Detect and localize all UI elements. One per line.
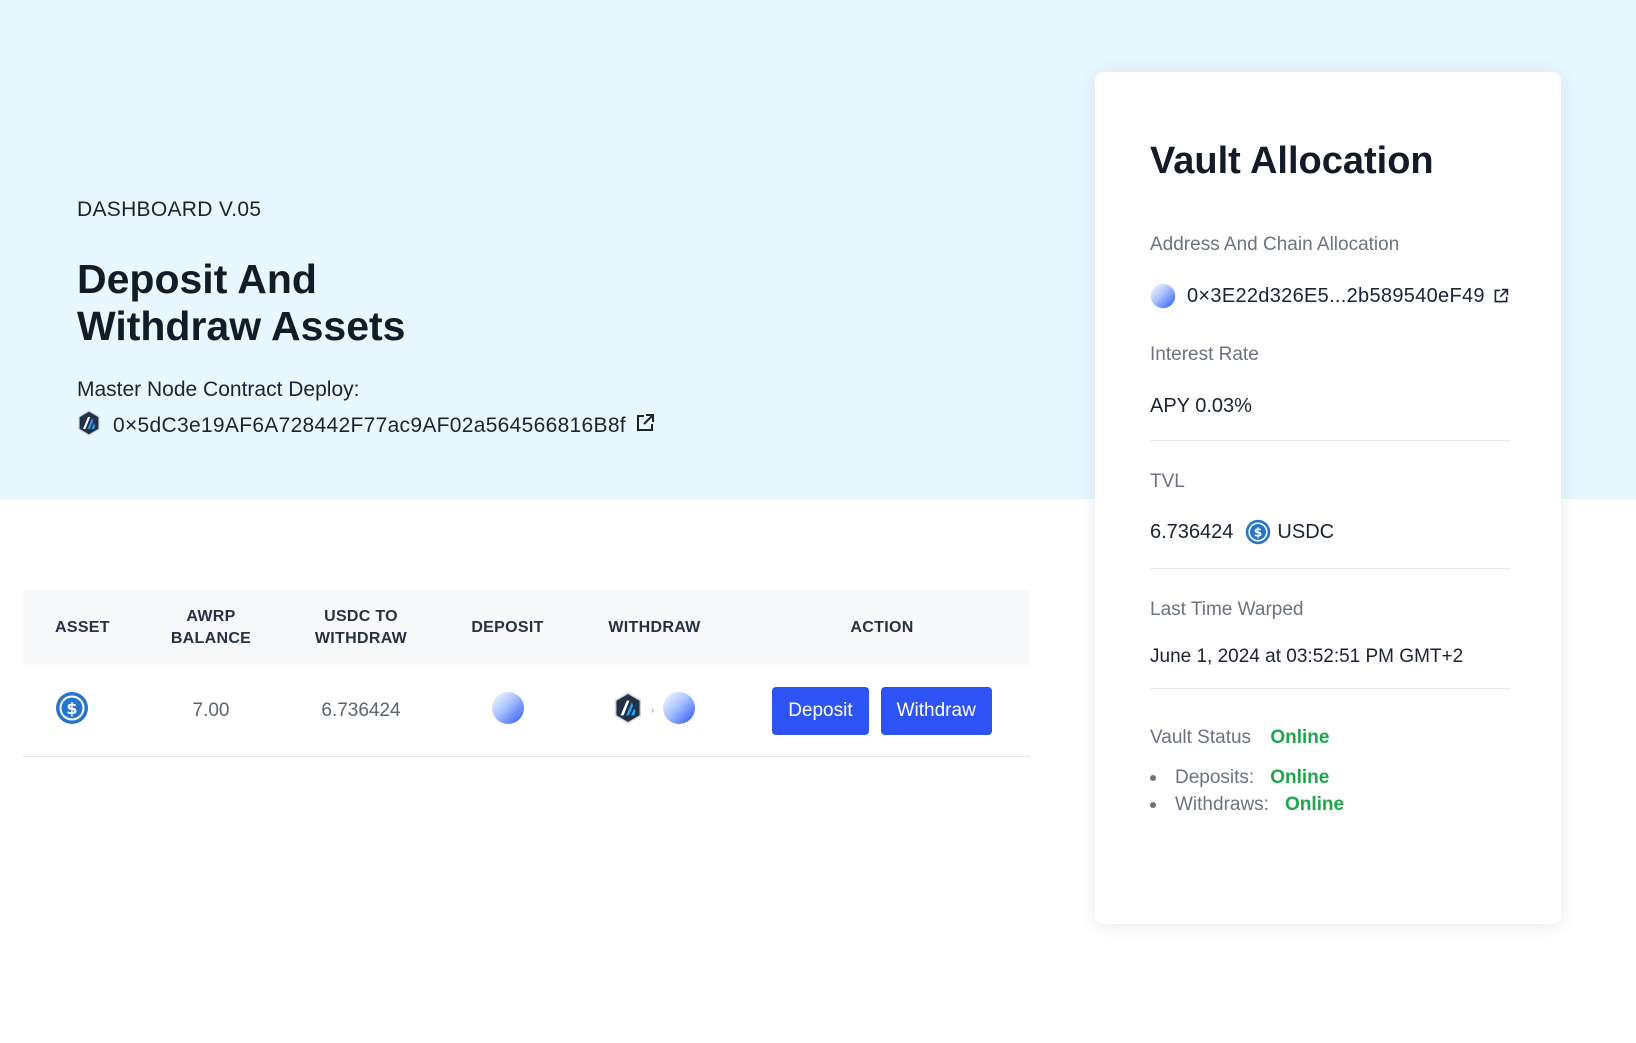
usdc-icon: $ [1245,519,1271,545]
hero-content: DASHBOARD V.05 Deposit And Withdraw Asse… [77,198,655,442]
withdraw-button[interactable]: Withdraw [880,686,992,735]
withdraws-status-label: Withdraws: [1175,794,1269,815]
last-warped-value: June 1, 2024 at 03:52:51 PM GMT+2 [1150,646,1464,667]
deposit-chain-cell [440,691,575,731]
tvl-value: 6.736424 [1150,520,1234,543]
divider [1150,440,1510,441]
deposit-button[interactable]: Deposit [772,686,869,735]
header-usdc-to-withdraw: USDC TO WITHDRAW [282,606,440,650]
usdc-to-withdraw-value: 6.736424 [321,699,401,721]
withdraw-route-cell: › [575,691,734,731]
vault-status-badge: Online [1270,727,1330,748]
contract-address-row: 0×5dC3e19AF6A728442F77ac9AF02a564566816B… [77,410,655,442]
contract-label: Master Node Contract Deploy: [77,378,360,401]
header-deposit: DEPOSIT [471,618,544,636]
divider [1150,568,1510,569]
tvl-row: 6.736424 $ USDC [1150,519,1334,545]
arbitrum-icon [613,691,643,730]
vault-status-label: Vault Status [1150,727,1252,748]
chain-icon [1150,283,1176,309]
apy-value: APY 0.03% [1150,395,1252,417]
table-row: $ 7.00 6.736424 › Deposit Withdraw [23,665,1030,757]
vault-allocation-card: Vault Allocation Address And Chain Alloc… [1095,72,1561,924]
dashboard-version: DASHBOARD V.05 [77,198,262,221]
vault-address-row: 0×3E22d326E5...2b589540eF49 [1150,283,1509,309]
tvl-label: TVL [1150,471,1185,492]
header-awrp-balance: AWRP BALANCE [140,606,282,650]
assets-table: ASSET AWRP BALANCE USDC TO WITHDRAW DEPO… [23,590,1030,757]
header-action: ACTION [850,618,914,636]
table-header: ASSET AWRP BALANCE USDC TO WITHDRAW DEPO… [23,590,1030,665]
route-arrow: › [650,705,655,716]
chain-icon [662,691,696,731]
header-asset: ASSET [55,618,110,636]
asset-cell: $ [23,691,140,731]
deposits-status: Deposits: Online [1150,764,1344,791]
arbitrum-icon [77,410,101,442]
svg-text:$: $ [66,699,77,718]
header-awrp-balance-line1: AWRP [186,607,236,625]
tvl-token: USDC [1277,520,1335,543]
deposits-status-label: Deposits: [1175,767,1255,788]
awrp-balance-value: 7.00 [192,699,230,721]
header-usdc-line1: USDC TO [324,607,398,625]
header-usdc-line2: WITHDRAW [314,629,408,647]
vault-address[interactable]: 0×3E22d326E5...2b589540eF49 [1187,285,1485,308]
page-title: Deposit And Withdraw Assets [77,256,406,349]
vault-status-row: Vault Status Online [1150,727,1329,749]
withdraws-status-badge: Online [1284,794,1345,815]
usdc-icon: $ [55,691,89,731]
vault-title: Vault Allocation [1150,140,1434,182]
action-cell: Deposit Withdraw [734,686,1030,735]
external-link-icon[interactable] [635,413,655,439]
header-withdraw: WITHDRAW [608,618,701,636]
contract-address[interactable]: 0×5dC3e19AF6A728442F77ac9AF02a564566816B… [113,414,626,438]
header-awrp-balance-line2: BALANCE [170,629,252,647]
chain-icon [491,691,525,731]
interest-rate-label: Interest Rate [1150,344,1259,365]
divider [1150,688,1510,689]
status-list: Deposits: Online Withdraws: Online [1150,764,1344,818]
deposits-status-badge: Online [1270,767,1330,788]
external-link-icon[interactable] [1493,288,1509,304]
last-warped-label: Last Time Warped [1150,599,1304,620]
address-label: Address And Chain Allocation [1150,234,1400,255]
svg-text:$: $ [1254,526,1263,540]
withdraws-status: Withdraws: Online [1150,791,1344,818]
